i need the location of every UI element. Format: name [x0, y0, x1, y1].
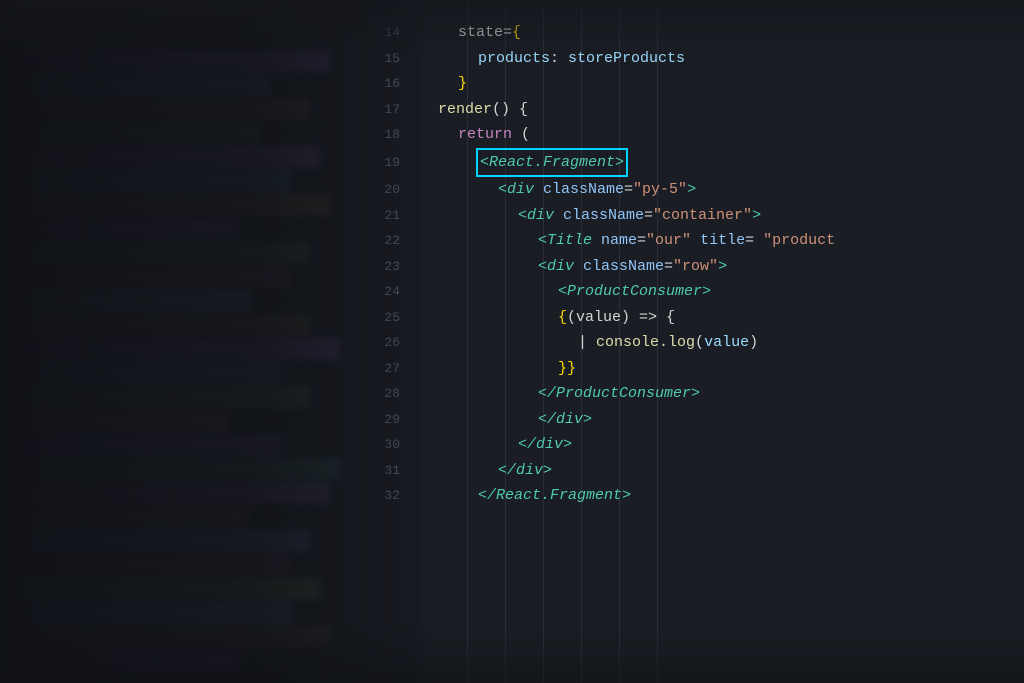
- editor-container: 14 state={ 15 products: storeProducts 16…: [0, 0, 1024, 683]
- code-line-16: 16 }: [370, 71, 1024, 97]
- line-number: 25: [370, 307, 400, 329]
- code-line-26: 26 | console.log(value): [370, 330, 1024, 356]
- code-line-21: 21 <div className="container">: [370, 203, 1024, 229]
- line-number: 20: [370, 179, 400, 201]
- code-content: <React.Fragment>: [418, 148, 626, 178]
- code-content: | console.log(value): [418, 330, 758, 356]
- code-line-27: 27 }}: [370, 356, 1024, 382]
- code-area: 14 state={ 15 products: storeProducts 16…: [370, 0, 1024, 683]
- code-line-18: 18 return (: [370, 122, 1024, 148]
- code-content: {(value) => {: [418, 305, 675, 331]
- line-number: 23: [370, 256, 400, 278]
- code-content: <div className="py-5">: [418, 177, 696, 203]
- line-number: 22: [370, 230, 400, 252]
- line-number: 27: [370, 358, 400, 380]
- blurred-left-panel: [0, 0, 420, 683]
- line-number: 29: [370, 409, 400, 431]
- code-line-28: 28 </ProductConsumer>: [370, 381, 1024, 407]
- code-line-17: 17 render() {: [370, 97, 1024, 123]
- code-line-32: 32 </React.Fragment>: [370, 483, 1024, 509]
- line-number: 15: [370, 48, 400, 70]
- code-line-30: 30 </div>: [370, 432, 1024, 458]
- code-line-14: 14 state={: [370, 20, 1024, 46]
- line-number: 16: [370, 73, 400, 95]
- code-content: render() {: [418, 97, 528, 123]
- line-number: 30: [370, 434, 400, 456]
- line-number: 32: [370, 485, 400, 507]
- line-number: 19: [370, 152, 400, 174]
- code-content: return (: [418, 122, 530, 148]
- code-content: </div>: [418, 458, 552, 484]
- code-line-22: 22 <Title name="our" title= "product: [370, 228, 1024, 254]
- code-content: }: [418, 71, 467, 97]
- line-number: 24: [370, 281, 400, 303]
- code-content: </div>: [418, 432, 572, 458]
- line-number: 21: [370, 205, 400, 227]
- line-number: 28: [370, 383, 400, 405]
- code-content: state={: [418, 20, 521, 46]
- line-number: 18: [370, 124, 400, 146]
- code-content: </ProductConsumer>: [418, 381, 700, 407]
- line-number: 14: [370, 22, 400, 44]
- line-number: 31: [370, 460, 400, 482]
- code-content: }}: [418, 356, 576, 382]
- line-number: 17: [370, 99, 400, 121]
- code-content: <div className="row">: [418, 254, 727, 280]
- line-number: 26: [370, 332, 400, 354]
- react-fragment-tag: <React.Fragment>: [476, 148, 628, 178]
- code-content: <ProductConsumer>: [418, 279, 711, 305]
- code-content: </React.Fragment>: [418, 483, 631, 509]
- code-line-19: 19 <React.Fragment>: [370, 148, 1024, 178]
- code-line-23: 23 <div className="row">: [370, 254, 1024, 280]
- code-content: <Title name="our" title= "product: [418, 228, 835, 254]
- code-content: <div className="container">: [418, 203, 761, 229]
- code-line-20: 20 <div className="py-5">: [370, 177, 1024, 203]
- code-content: products: storeProducts: [418, 46, 685, 72]
- code-line-31: 31 </div>: [370, 458, 1024, 484]
- code-line-29: 29 </div>: [370, 407, 1024, 433]
- code-content: </div>: [418, 407, 592, 433]
- code-line-15: 15 products: storeProducts: [370, 46, 1024, 72]
- code-line-24: 24 <ProductConsumer>: [370, 279, 1024, 305]
- code-line-25: 25 {(value) => {: [370, 305, 1024, 331]
